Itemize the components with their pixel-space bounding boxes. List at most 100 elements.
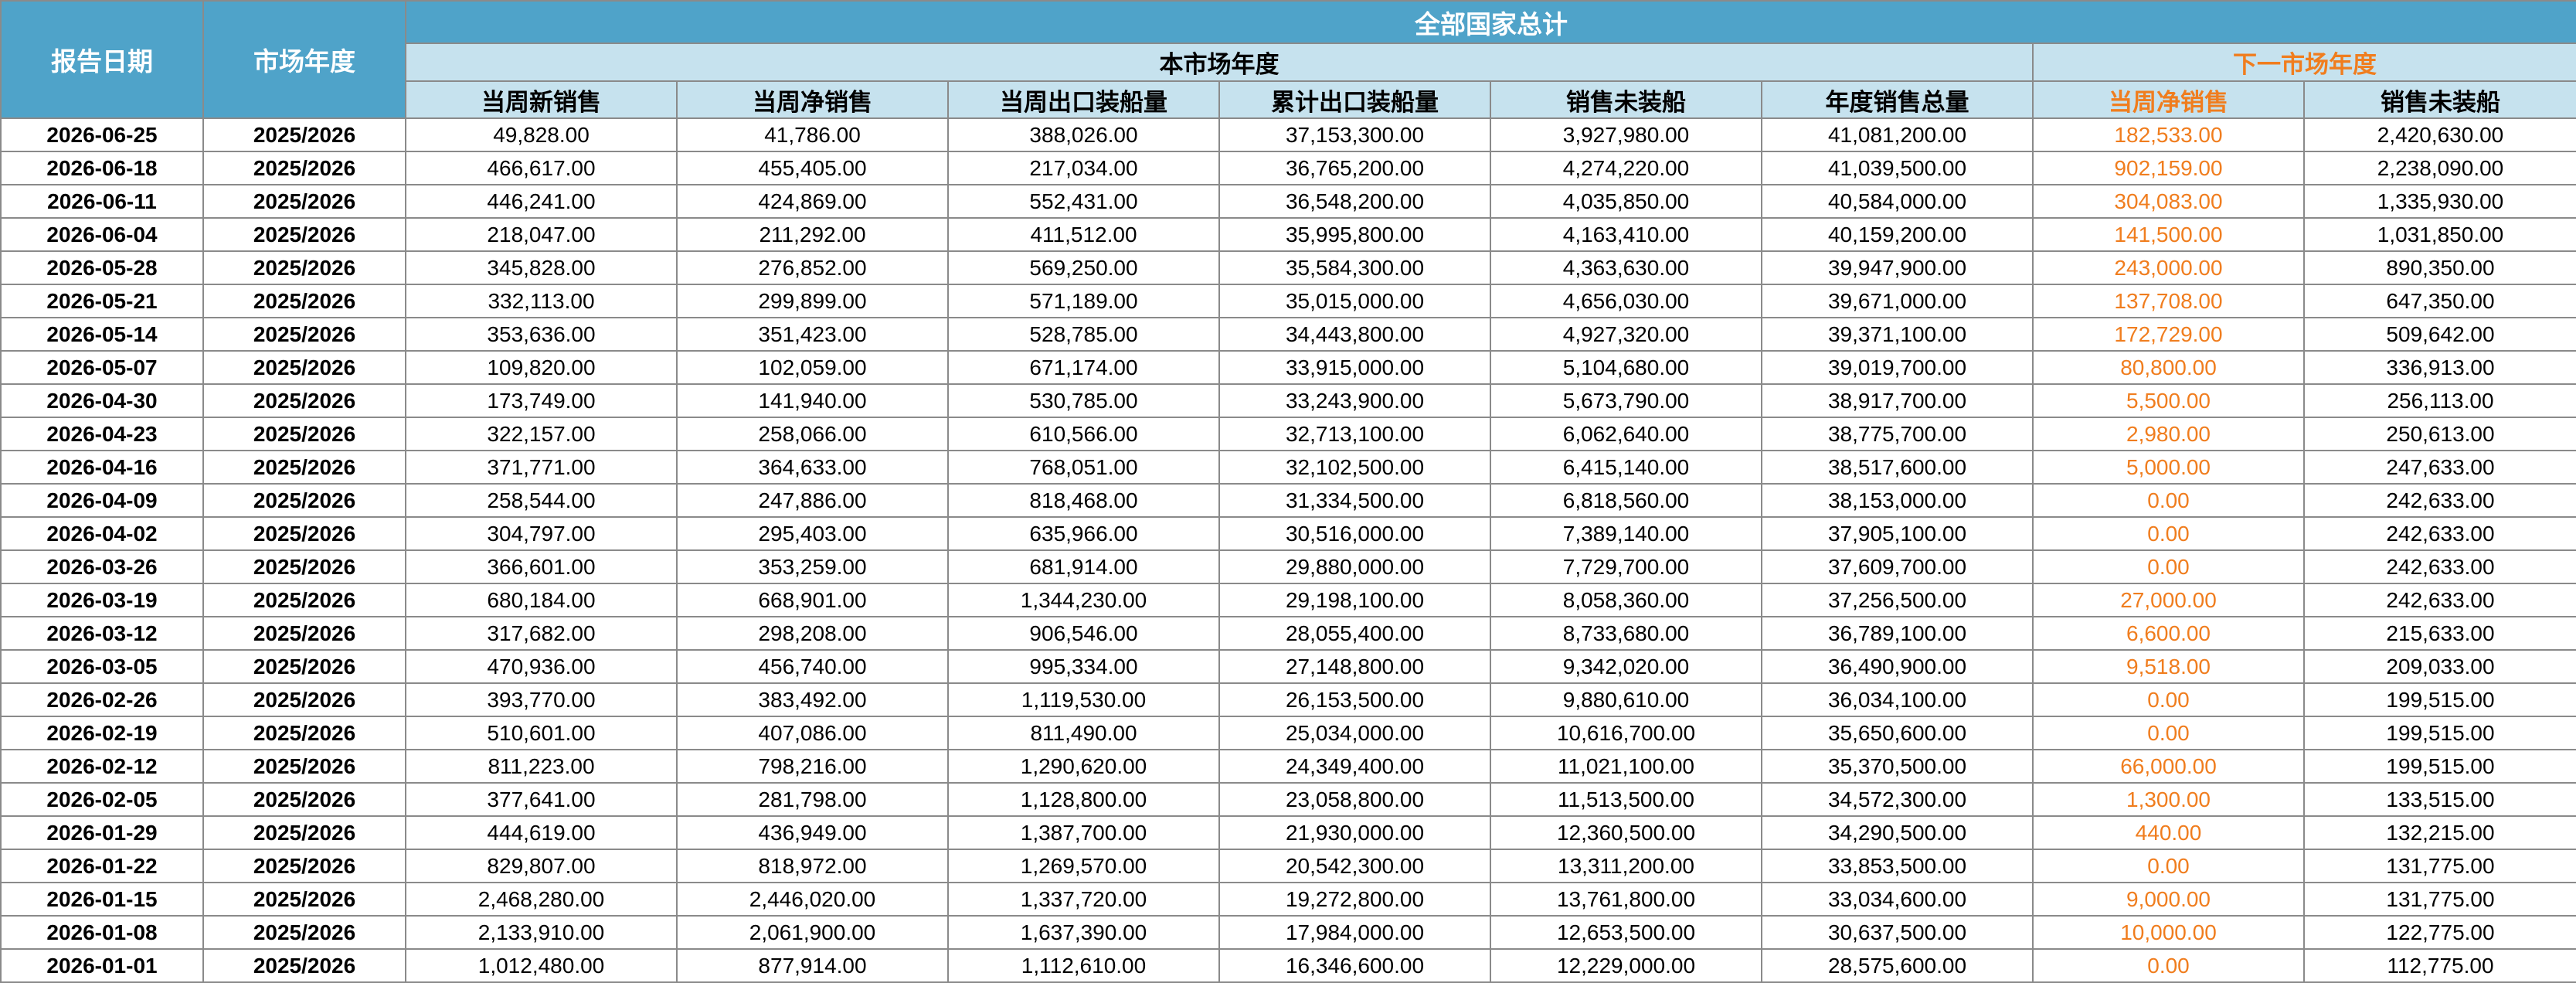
cell-report-date: 2026-01-15 bbox=[0, 882, 204, 917]
cell-weekly-new-sales: 317,682.00 bbox=[405, 616, 678, 651]
cell-total-annual-sales: 30,637,500.00 bbox=[1761, 915, 2034, 950]
table-row[interactable]: 2026-01-29 2025/2026 444,619.00 436,949.00 1… bbox=[0, 815, 2576, 850]
cell-cumulative-export-shipments: 31,334,500.00 bbox=[1218, 483, 1491, 518]
table-row[interactable]: 2026-05-21 2025/2026 332,113.00 299,899.00 5… bbox=[0, 284, 2576, 318]
table-row[interactable]: 2026-05-28 2025/2026 345,828.00 276,852.00 5… bbox=[0, 250, 2576, 285]
cell-outstanding-sales: 13,761,800.00 bbox=[1490, 882, 1762, 917]
table-row[interactable]: 2026-01-15 2025/2026 2,468,280.00 2,446,020… bbox=[0, 882, 2576, 917]
table-row[interactable]: 2026-06-18 2025/2026 466,617.00 455,405.00 2… bbox=[0, 151, 2576, 185]
cell-weekly-export-shipments: 552,431.00 bbox=[947, 184, 1220, 219]
header-next-year-weekly-net-sales[interactable]: 当周净销售 bbox=[2032, 80, 2305, 119]
header-report-date[interactable]: 报告日期 bbox=[0, 0, 204, 119]
table-row[interactable]: 2026-06-25 2025/2026 49,828.00 41,786.00 388… bbox=[0, 117, 2576, 152]
cell-weekly-export-shipments: 610,566.00 bbox=[947, 417, 1220, 451]
header-next-year-outstanding-sales[interactable]: 销售未装船 bbox=[2303, 80, 2576, 119]
header-weekly-new-sales[interactable]: 当周新销售 bbox=[405, 80, 678, 119]
cell-outstanding-sales: 6,818,560.00 bbox=[1490, 483, 1762, 518]
table-row[interactable]: 2026-02-19 2025/2026 510,601.00 407,086.00 8… bbox=[0, 716, 2576, 750]
cell-weekly-net-sales: 455,405.00 bbox=[676, 151, 949, 185]
table-row[interactable]: 2026-05-07 2025/2026 109,820.00 102,059.00 6… bbox=[0, 350, 2576, 385]
cell-market-year: 2025/2026 bbox=[202, 450, 406, 485]
cell-weekly-new-sales: 680,184.00 bbox=[405, 583, 678, 617]
cell-market-year: 2025/2026 bbox=[202, 583, 406, 617]
table-row[interactable]: 2026-04-02 2025/2026 304,797.00 295,403.00 6… bbox=[0, 516, 2576, 551]
cell-total-annual-sales: 38,153,000.00 bbox=[1761, 483, 2034, 518]
header-outstanding-sales[interactable]: 销售未装船 bbox=[1490, 80, 1762, 119]
cell-cumulative-export-shipments: 21,930,000.00 bbox=[1218, 815, 1491, 850]
cell-market-year: 2025/2026 bbox=[202, 350, 406, 385]
table-row[interactable]: 2026-01-08 2025/2026 2,133,910.00 2,061,900… bbox=[0, 915, 2576, 950]
cell-market-year: 2025/2026 bbox=[202, 284, 406, 318]
cell-weekly-new-sales: 2,468,280.00 bbox=[405, 882, 678, 917]
cell-next-year-outstanding-sales: 1,031,850.00 bbox=[2303, 217, 2576, 252]
cell-cumulative-export-shipments: 33,243,900.00 bbox=[1218, 383, 1491, 418]
table-row[interactable]: 2026-04-09 2025/2026 258,544.00 247,886.00 8… bbox=[0, 483, 2576, 518]
cell-total-annual-sales: 38,517,600.00 bbox=[1761, 450, 2034, 485]
cell-cumulative-export-shipments: 17,984,000.00 bbox=[1218, 915, 1491, 950]
cell-weekly-net-sales: 456,740.00 bbox=[676, 649, 949, 684]
cell-outstanding-sales: 6,415,140.00 bbox=[1490, 450, 1762, 485]
cell-weekly-net-sales: 383,492.00 bbox=[676, 682, 949, 717]
table-row[interactable]: 2026-04-30 2025/2026 173,749.00 141,940.00 5… bbox=[0, 383, 2576, 418]
table-row[interactable]: 2026-03-05 2025/2026 470,936.00 456,740.00 9… bbox=[0, 649, 2576, 684]
table-row[interactable]: 2026-01-01 2025/2026 1,012,480.00 877,914.0… bbox=[0, 948, 2576, 983]
table-body: 2026-06-25 2025/2026 49,828.00 41,786.00 388… bbox=[0, 117, 2576, 983]
table-row[interactable]: 2026-02-05 2025/2026 377,641.00 281,798.00 1… bbox=[0, 782, 2576, 817]
table-row[interactable]: 2026-06-11 2025/2026 446,241.00 424,869.00 5… bbox=[0, 184, 2576, 219]
export-sales-table: 报告日期 市场年度 全部国家总计 本市场年度 下一市场年度 当周新销售 当周净销… bbox=[0, 0, 2576, 983]
table-header: 报告日期 市场年度 全部国家总计 本市场年度 下一市场年度 当周新销售 当周净销… bbox=[0, 0, 2576, 119]
cell-next-year-weekly-net-sales: 2,980.00 bbox=[2032, 417, 2305, 451]
cell-weekly-export-shipments: 411,512.00 bbox=[947, 217, 1220, 252]
table-row[interactable]: 2026-05-14 2025/2026 353,636.00 351,423.00 5… bbox=[0, 317, 2576, 352]
cell-weekly-export-shipments: 1,112,610.00 bbox=[947, 948, 1220, 983]
cell-weekly-export-shipments: 1,387,700.00 bbox=[947, 815, 1220, 850]
cell-total-annual-sales: 40,584,000.00 bbox=[1761, 184, 2034, 219]
cell-weekly-new-sales: 353,636.00 bbox=[405, 317, 678, 352]
header-market-year[interactable]: 市场年度 bbox=[202, 0, 406, 119]
cell-weekly-export-shipments: 681,914.00 bbox=[947, 549, 1220, 584]
cell-next-year-outstanding-sales: 199,515.00 bbox=[2303, 716, 2576, 750]
table-row[interactable]: 2026-04-16 2025/2026 371,771.00 364,633.00 7… bbox=[0, 450, 2576, 485]
cell-next-year-outstanding-sales: 242,633.00 bbox=[2303, 583, 2576, 617]
cell-next-year-outstanding-sales: 242,633.00 bbox=[2303, 483, 2576, 518]
cell-weekly-export-shipments: 1,128,800.00 bbox=[947, 782, 1220, 817]
cell-market-year: 2025/2026 bbox=[202, 882, 406, 917]
cell-weekly-net-sales: 295,403.00 bbox=[676, 516, 949, 551]
header-weekly-net-sales[interactable]: 当周净销售 bbox=[676, 80, 949, 119]
table-row[interactable]: 2026-06-04 2025/2026 218,047.00 211,292.00 4… bbox=[0, 217, 2576, 252]
header-weekly-export-shipments[interactable]: 当周出口装船量 bbox=[947, 80, 1220, 119]
table-row[interactable]: 2026-01-22 2025/2026 829,807.00 818,972.00 1… bbox=[0, 849, 2576, 883]
cell-total-annual-sales: 38,917,700.00 bbox=[1761, 383, 2034, 418]
cell-weekly-net-sales: 818,972.00 bbox=[676, 849, 949, 883]
cell-weekly-new-sales: 304,797.00 bbox=[405, 516, 678, 551]
header-total-annual-sales[interactable]: 年度销售总量 bbox=[1761, 80, 2034, 119]
header-cumulative-export-shipments[interactable]: 累计出口装船量 bbox=[1218, 80, 1491, 119]
table-row[interactable]: 2026-02-12 2025/2026 811,223.00 798,216.00 1… bbox=[0, 749, 2576, 784]
cell-outstanding-sales: 5,673,790.00 bbox=[1490, 383, 1762, 418]
cell-total-annual-sales: 36,034,100.00 bbox=[1761, 682, 2034, 717]
cell-weekly-export-shipments: 217,034.00 bbox=[947, 151, 1220, 185]
cell-total-annual-sales: 36,490,900.00 bbox=[1761, 649, 2034, 684]
cell-weekly-new-sales: 811,223.00 bbox=[405, 749, 678, 784]
cell-next-year-weekly-net-sales: 0.00 bbox=[2032, 516, 2305, 551]
cell-total-annual-sales: 41,039,500.00 bbox=[1761, 151, 2034, 185]
table-row[interactable]: 2026-03-26 2025/2026 366,601.00 353,259.00 6… bbox=[0, 549, 2576, 584]
table-row[interactable]: 2026-04-23 2025/2026 322,157.00 258,066.00 6… bbox=[0, 417, 2576, 451]
cell-next-year-outstanding-sales: 890,350.00 bbox=[2303, 250, 2576, 285]
cell-report-date: 2026-01-22 bbox=[0, 849, 204, 883]
table-row[interactable]: 2026-03-19 2025/2026 680,184.00 668,901.00 1… bbox=[0, 583, 2576, 617]
table-row[interactable]: 2026-03-12 2025/2026 317,682.00 298,208.00 9… bbox=[0, 616, 2576, 651]
cell-weekly-net-sales: 2,061,900.00 bbox=[676, 915, 949, 950]
cell-report-date: 2026-04-23 bbox=[0, 417, 204, 451]
cell-market-year: 2025/2026 bbox=[202, 217, 406, 252]
cell-outstanding-sales: 4,163,410.00 bbox=[1490, 217, 1762, 252]
cell-weekly-new-sales: 366,601.00 bbox=[405, 549, 678, 584]
table-row[interactable]: 2026-02-26 2025/2026 393,770.00 383,492.00 1… bbox=[0, 682, 2576, 717]
cell-weekly-net-sales: 2,446,020.00 bbox=[676, 882, 949, 917]
cell-outstanding-sales: 4,035,850.00 bbox=[1490, 184, 1762, 219]
cell-next-year-outstanding-sales: 247,633.00 bbox=[2303, 450, 2576, 485]
cell-outstanding-sales: 7,389,140.00 bbox=[1490, 516, 1762, 551]
cell-next-year-outstanding-sales: 256,113.00 bbox=[2303, 383, 2576, 418]
cell-total-annual-sales: 35,370,500.00 bbox=[1761, 749, 2034, 784]
cell-weekly-new-sales: 49,828.00 bbox=[405, 117, 678, 152]
